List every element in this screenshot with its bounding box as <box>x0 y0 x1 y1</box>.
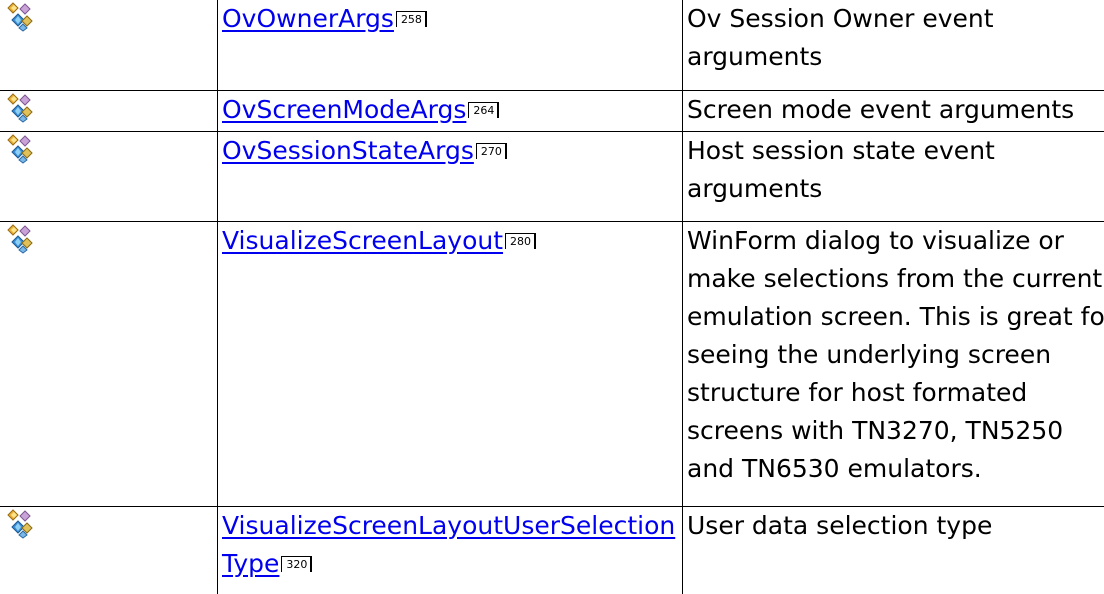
page-reference: 258 <box>395 11 427 27</box>
class-description: Screen mode event arguments <box>682 89 1104 132</box>
class-description: WinForm dialog to visualize or make sele… <box>682 220 1104 507</box>
class-icon <box>6 508 36 539</box>
icon-cell <box>0 0 218 91</box>
class-icon <box>6 92 36 123</box>
class-icon <box>6 2 36 32</box>
class-link-ovownerargs[interactable]: OvOwnerArgs <box>222 4 394 33</box>
icon-cell <box>0 220 218 507</box>
icon-cell <box>0 89 218 132</box>
class-icon <box>6 223 36 254</box>
table-row: OvScreenModeArgs 264 Screen mode event ar… <box>0 89 1104 132</box>
table-row: OvSessionStateArgs 270 Host session state… <box>0 130 1104 222</box>
icon-cell <box>0 130 218 222</box>
class-description: User data selection type <box>682 505 1104 594</box>
class-link-ovsessionstateargs[interactable]: OvSessionStateArgs <box>222 136 474 165</box>
class-name-cell: OvOwnerArgs 258 <box>217 0 683 91</box>
class-description: Ov Session Owner event arguments <box>682 0 1104 91</box>
class-name-cell: OvSessionStateArgs 270 <box>217 130 683 222</box>
table-row: VisualizeScreenLayoutUserSelectionType 32… <box>0 505 1104 594</box>
class-link-visualizescreenlayout[interactable]: VisualizeScreenLayout <box>222 226 503 255</box>
class-name-cell: OvScreenModeArgs 264 <box>217 89 683 132</box>
class-table: OvOwnerArgs 258 Ov Session Owner event ar… <box>0 0 1104 594</box>
icon-cell <box>0 505 218 594</box>
page-reference: 264 <box>468 101 500 118</box>
page-reference: 320 <box>281 555 313 572</box>
class-name-cell: VisualizeScreenLayout 280 <box>217 220 683 507</box>
table-row: OvOwnerArgs 258 Ov Session Owner event ar… <box>0 0 1104 91</box>
class-icon <box>6 133 36 164</box>
class-description: Host session state event arguments <box>682 130 1104 222</box>
class-name-cell: VisualizeScreenLayoutUserSelectionType 32… <box>217 505 683 594</box>
class-link-ovscreenmodeargs[interactable]: OvScreenModeArgs <box>222 95 466 124</box>
page-reference: 280 <box>505 232 537 249</box>
page-reference: 270 <box>475 142 507 159</box>
table-row: VisualizeScreenLayout 280 WinForm dialog … <box>0 220 1104 507</box>
